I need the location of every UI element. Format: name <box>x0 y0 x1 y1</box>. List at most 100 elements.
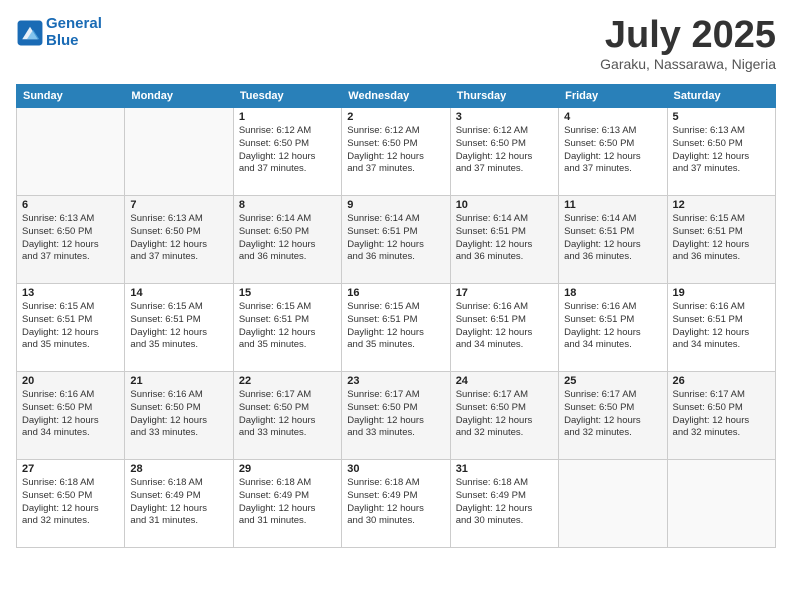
calendar-cell: 20 Sunrise: 6:16 AMSunset: 6:50 PMDayligh… <box>17 372 125 460</box>
day-number: 7 <box>130 199 227 211</box>
logo-icon <box>16 19 44 47</box>
calendar-week-row: 6 Sunrise: 6:13 AMSunset: 6:50 PMDaylight… <box>17 196 776 284</box>
day-info: Sunrise: 6:16 AMSunset: 6:51 PMDaylight:… <box>673 301 770 352</box>
day-number: 13 <box>22 287 119 299</box>
calendar-header-row: Sunday Monday Tuesday Wednesday Thursday… <box>17 85 776 108</box>
calendar-cell: 18 Sunrise: 6:16 AMSunset: 6:51 PMDayligh… <box>559 284 667 372</box>
day-number: 15 <box>239 287 336 299</box>
calendar-cell: 31Sunrise: 6:18 AMSunset: 6:49 PMDayligh… <box>450 460 558 548</box>
calendar-cell: 14 Sunrise: 6:15 AMSunset: 6:51 PMDayligh… <box>125 284 233 372</box>
logo-blue: Blue <box>46 32 79 49</box>
day-number: 6 <box>22 199 119 211</box>
day-number: 8 <box>239 199 336 211</box>
day-number: 20 <box>22 375 119 387</box>
day-info: Sunrise: 6:16 AMSunset: 6:50 PMDaylight:… <box>130 389 227 440</box>
day-number: 26 <box>673 375 770 387</box>
calendar-cell <box>17 108 125 196</box>
logo: General Blue <box>16 16 102 49</box>
day-info: Sunrise: 6:16 AMSunset: 6:51 PMDaylight:… <box>456 301 553 352</box>
day-info: Sunrise: 6:17 AMSunset: 6:50 PMDaylight:… <box>239 389 336 440</box>
day-number: 3 <box>456 111 553 123</box>
calendar-cell: 29 Sunrise: 6:18 AMSunset: 6:49 PMDayligh… <box>233 460 341 548</box>
col-thursday: Thursday <box>450 85 558 108</box>
day-info: Sunrise: 6:15 AMSunset: 6:51 PMDaylight:… <box>239 301 336 352</box>
calendar-week-row: 27Sunrise: 6:18 AMSunset: 6:50 PMDayligh… <box>17 460 776 548</box>
calendar-cell: 12Sunrise: 6:15 AMSunset: 6:51 PMDayligh… <box>667 196 775 284</box>
day-info: Sunrise: 6:13 AMSunset: 6:50 PMDaylight:… <box>673 125 770 176</box>
day-number: 19 <box>673 287 770 299</box>
calendar-cell: 5 Sunrise: 6:13 AMSunset: 6:50 PMDaylight… <box>667 108 775 196</box>
calendar-cell: 9 Sunrise: 6:14 AMSunset: 6:51 PMDaylight… <box>342 196 450 284</box>
day-number: 14 <box>130 287 227 299</box>
calendar-cell: 10Sunrise: 6:14 AMSunset: 6:51 PMDayligh… <box>450 196 558 284</box>
day-info: Sunrise: 6:14 AMSunset: 6:51 PMDaylight:… <box>347 213 444 264</box>
day-info: Sunrise: 6:15 AMSunset: 6:51 PMDaylight:… <box>673 213 770 264</box>
day-number: 31 <box>456 463 553 475</box>
calendar-cell: 3 Sunrise: 6:12 AMSunset: 6:50 PMDaylight… <box>450 108 558 196</box>
calendar-cell: 17 Sunrise: 6:16 AMSunset: 6:51 PMDayligh… <box>450 284 558 372</box>
day-info: Sunrise: 6:13 AMSunset: 6:50 PMDaylight:… <box>22 213 119 264</box>
day-info: Sunrise: 6:16 AMSunset: 6:50 PMDaylight:… <box>22 389 119 440</box>
day-number: 18 <box>564 287 661 299</box>
day-number: 23 <box>347 375 444 387</box>
day-info: Sunrise: 6:18 AMSunset: 6:49 PMDaylight:… <box>239 477 336 528</box>
day-info: Sunrise: 6:13 AMSunset: 6:50 PMDaylight:… <box>130 213 227 264</box>
day-info: Sunrise: 6:12 AMSunset: 6:50 PMDaylight:… <box>456 125 553 176</box>
calendar-cell: 19 Sunrise: 6:16 AMSunset: 6:51 PMDayligh… <box>667 284 775 372</box>
day-number: 17 <box>456 287 553 299</box>
col-monday: Monday <box>125 85 233 108</box>
calendar-week-row: 1 Sunrise: 6:12 AMSunset: 6:50 PMDaylight… <box>17 108 776 196</box>
col-saturday: Saturday <box>667 85 775 108</box>
day-number: 24 <box>456 375 553 387</box>
calendar-cell: 7 Sunrise: 6:13 AMSunset: 6:50 PMDaylight… <box>125 196 233 284</box>
day-number: 30 <box>347 463 444 475</box>
day-info: Sunrise: 6:12 AMSunset: 6:50 PMDaylight:… <box>239 125 336 176</box>
calendar-cell <box>667 460 775 548</box>
calendar-cell: 24 Sunrise: 6:17 AMSunset: 6:50 PMDayligh… <box>450 372 558 460</box>
day-info: Sunrise: 6:16 AMSunset: 6:51 PMDaylight:… <box>564 301 661 352</box>
calendar-cell: 25Sunrise: 6:17 AMSunset: 6:50 PMDayligh… <box>559 372 667 460</box>
col-wednesday: Wednesday <box>342 85 450 108</box>
day-number: 27 <box>22 463 119 475</box>
day-info: Sunrise: 6:12 AMSunset: 6:50 PMDaylight:… <box>347 125 444 176</box>
calendar-cell: 15 Sunrise: 6:15 AMSunset: 6:51 PMDayligh… <box>233 284 341 372</box>
day-number: 10 <box>456 199 553 211</box>
day-number: 22 <box>239 375 336 387</box>
day-info: Sunrise: 6:14 AMSunset: 6:50 PMDaylight:… <box>239 213 336 264</box>
calendar-cell: 21Sunrise: 6:16 AMSunset: 6:50 PMDayligh… <box>125 372 233 460</box>
title-section: July 2025 Garaku, Nassarawa, Nigeria <box>600 16 776 72</box>
day-info: Sunrise: 6:15 AMSunset: 6:51 PMDaylight:… <box>347 301 444 352</box>
month-title: July 2025 <box>600 16 776 54</box>
day-info: Sunrise: 6:17 AMSunset: 6:50 PMDaylight:… <box>347 389 444 440</box>
day-info: Sunrise: 6:15 AMSunset: 6:51 PMDaylight:… <box>22 301 119 352</box>
calendar-cell: 2Sunrise: 6:12 AMSunset: 6:50 PMDaylight… <box>342 108 450 196</box>
day-info: Sunrise: 6:15 AMSunset: 6:51 PMDaylight:… <box>130 301 227 352</box>
calendar-cell: 30Sunrise: 6:18 AMSunset: 6:49 PMDayligh… <box>342 460 450 548</box>
logo-text: General Blue <box>46 16 102 49</box>
day-info: Sunrise: 6:13 AMSunset: 6:50 PMDaylight:… <box>564 125 661 176</box>
calendar-week-row: 20 Sunrise: 6:16 AMSunset: 6:50 PMDayligh… <box>17 372 776 460</box>
calendar-table: Sunday Monday Tuesday Wednesday Thursday… <box>16 84 776 548</box>
col-sunday: Sunday <box>17 85 125 108</box>
calendar-week-row: 13 Sunrise: 6:15 AMSunset: 6:51 PMDayligh… <box>17 284 776 372</box>
day-info: Sunrise: 6:17 AMSunset: 6:50 PMDaylight:… <box>456 389 553 440</box>
col-friday: Friday <box>559 85 667 108</box>
day-number: 16 <box>347 287 444 299</box>
calendar-cell: 13 Sunrise: 6:15 AMSunset: 6:51 PMDayligh… <box>17 284 125 372</box>
calendar-cell: 23 Sunrise: 6:17 AMSunset: 6:50 PMDayligh… <box>342 372 450 460</box>
calendar-cell: 28Sunrise: 6:18 AMSunset: 6:49 PMDayligh… <box>125 460 233 548</box>
logo-general: General <box>46 15 102 32</box>
day-number: 1 <box>239 111 336 123</box>
day-number: 29 <box>239 463 336 475</box>
day-number: 4 <box>564 111 661 123</box>
calendar-cell: 22 Sunrise: 6:17 AMSunset: 6:50 PMDayligh… <box>233 372 341 460</box>
day-number: 25 <box>564 375 661 387</box>
page-header: General Blue July 2025 Garaku, Nassarawa… <box>16 16 776 72</box>
day-number: 5 <box>673 111 770 123</box>
calendar-cell: 16 Sunrise: 6:15 AMSunset: 6:51 PMDayligh… <box>342 284 450 372</box>
day-info: Sunrise: 6:18 AMSunset: 6:49 PMDaylight:… <box>130 477 227 528</box>
day-info: Sunrise: 6:17 AMSunset: 6:50 PMDaylight:… <box>673 389 770 440</box>
day-info: Sunrise: 6:14 AMSunset: 6:51 PMDaylight:… <box>564 213 661 264</box>
day-number: 9 <box>347 199 444 211</box>
col-tuesday: Tuesday <box>233 85 341 108</box>
